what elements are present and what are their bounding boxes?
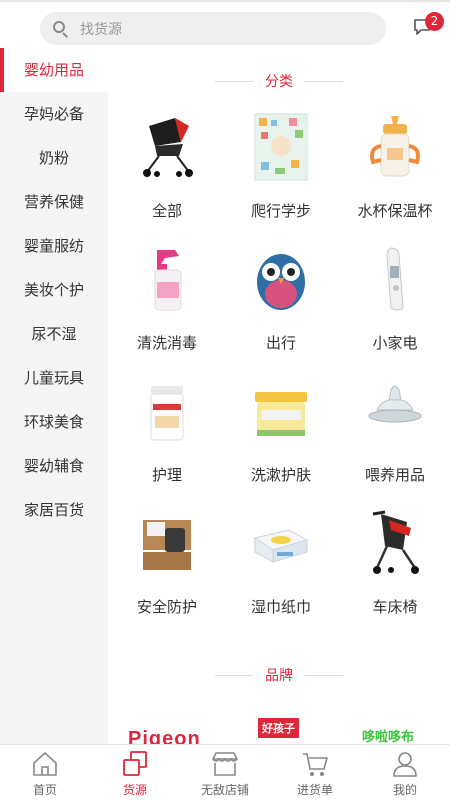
category-item-cleaning[interactable]: 清洗消毒 [110, 238, 224, 370]
brand-logo-doladuobu[interactable]: 哆啦哆布 [362, 726, 414, 744]
drawer-lock-icon [143, 520, 191, 570]
stroller-icon [143, 118, 193, 177]
sidebar-item-nutrition[interactable]: 营养保健 [0, 180, 108, 224]
ear-thermometer-icon [386, 247, 404, 311]
category-item-all[interactable]: 全部 [110, 106, 224, 238]
cream-jar-icon [255, 392, 307, 436]
sidebar-item-beauty[interactable]: 美妆个护 [0, 268, 108, 312]
category-label: 喂养用品 [364, 466, 425, 484]
sidebar-item-global-food[interactable]: 环球美食 [0, 400, 108, 444]
category-item-strollers[interactable]: 车床椅 [338, 502, 450, 634]
brand-heading: 品牌 [265, 668, 293, 684]
category-item-care[interactable]: 护理 [110, 370, 224, 502]
tab-cart[interactable]: 进货单 [270, 745, 360, 800]
tab-label: 进货单 [296, 783, 333, 797]
cotton-jar-icon [150, 386, 184, 441]
message-button[interactable]: 2 [411, 12, 447, 44]
category-label: 护理 [151, 466, 182, 484]
category-label: 清洗消毒 [136, 334, 197, 352]
top-bar: 找货源 2 [0, 0, 450, 48]
message-badge: 2 [425, 12, 444, 31]
tab-sources[interactable]: 货源 [90, 745, 180, 800]
category-label: 水杯保温杯 [357, 202, 433, 220]
brand-logo-goodbaby[interactable]: 好孩子 [258, 718, 299, 738]
wipes-pack-icon [253, 529, 309, 563]
category-label: 安全防护 [136, 598, 197, 616]
divider [305, 674, 343, 676]
category-item-travel[interactable]: 出行 [224, 238, 338, 370]
category-section-title: 分类 [108, 70, 450, 92]
category-item-feeding[interactable]: 喂养用品 [338, 370, 450, 502]
category-label: 湿巾纸巾 [250, 598, 311, 616]
stroller-icon [372, 510, 419, 574]
search-bar[interactable]: 找货源 [40, 12, 386, 45]
category-label: 车床椅 [372, 598, 418, 616]
user-icon [393, 752, 417, 777]
tab-label: 首页 [32, 783, 57, 797]
search-placeholder: 找货源 [80, 21, 122, 38]
layers-icon [123, 751, 147, 776]
category-label: 出行 [265, 334, 296, 352]
owl-backpack-icon [257, 254, 305, 310]
sidebar-item-toys[interactable]: 儿童玩具 [0, 356, 108, 400]
category-item-safety[interactable]: 安全防护 [110, 502, 224, 634]
sidebar-item-maternity[interactable]: 孕妈必备 [0, 92, 108, 136]
home-icon [33, 752, 57, 776]
sidebar-item-baby-goods[interactable]: 婴幼用品 [0, 48, 108, 92]
store-icon [212, 752, 238, 776]
brand-logo-pigeon[interactable]: Pigeon [128, 728, 201, 744]
tab-home[interactable]: 首页 [0, 745, 90, 800]
spray-bottle-icon [154, 250, 182, 311]
category-item-appliances[interactable]: 小家电 [338, 238, 450, 370]
sidebar-item-kids-clothing[interactable]: 婴童服纺 [0, 224, 108, 268]
divider [305, 80, 343, 82]
tab-label: 我的 [392, 783, 417, 797]
search-icon [52, 20, 70, 38]
category-heading: 分类 [265, 74, 293, 90]
tab-profile[interactable]: 我的 [360, 745, 450, 800]
category-grid: 全部 爬行学步 水杯保温杯 清洗消毒 出行 小家电 护理 洗漱护肤 喂养用品 安… [110, 106, 440, 634]
category-label: 全部 [151, 202, 182, 220]
brand-row: Pigeon 好孩子 哆啦哆布 [108, 718, 450, 744]
category-label: 爬行学步 [250, 202, 311, 220]
category-sidebar: 婴幼用品 孕妈必备 奶粉 营养保健 婴童服纺 美妆个护 尿不湿 儿童玩具 环球美… [0, 48, 108, 744]
tab-store[interactable]: 无敌店铺 [180, 745, 270, 800]
brand-section-title: 品牌 [108, 664, 450, 686]
category-item-skincare[interactable]: 洗漱护肤 [224, 370, 338, 502]
bottom-tab-bar: 首页 货源 无敌店铺 进货单 我的 [0, 744, 450, 800]
divider [215, 674, 253, 676]
category-item-cups[interactable]: 水杯保温杯 [338, 106, 450, 238]
tab-label: 无敌店铺 [200, 783, 249, 797]
sippy-cup-icon [370, 116, 420, 177]
category-item-wipes[interactable]: 湿巾纸巾 [224, 502, 338, 634]
divider [215, 80, 253, 82]
sidebar-item-baby-food[interactable]: 婴幼辅食 [0, 444, 108, 488]
category-label: 小家电 [372, 334, 418, 352]
tab-label: 货源 [122, 783, 147, 797]
sidebar-item-household[interactable]: 家居百货 [0, 488, 108, 532]
category-item-crawling[interactable]: 爬行学步 [224, 106, 338, 238]
status-line [0, 0, 450, 2]
sidebar-item-diapers[interactable]: 尿不湿 [0, 312, 108, 356]
category-content: 分类 全部 爬行学步 水杯保温杯 清洗消毒 出行 小家电 护理 洗漱护肤 喂养用… [108, 48, 450, 744]
category-label: 洗漱护肤 [250, 466, 311, 484]
sidebar-item-milk-powder[interactable]: 奶粉 [0, 136, 108, 180]
nipple-icon [368, 385, 422, 423]
play-mat-icon [254, 113, 308, 181]
cart-icon [303, 753, 328, 776]
